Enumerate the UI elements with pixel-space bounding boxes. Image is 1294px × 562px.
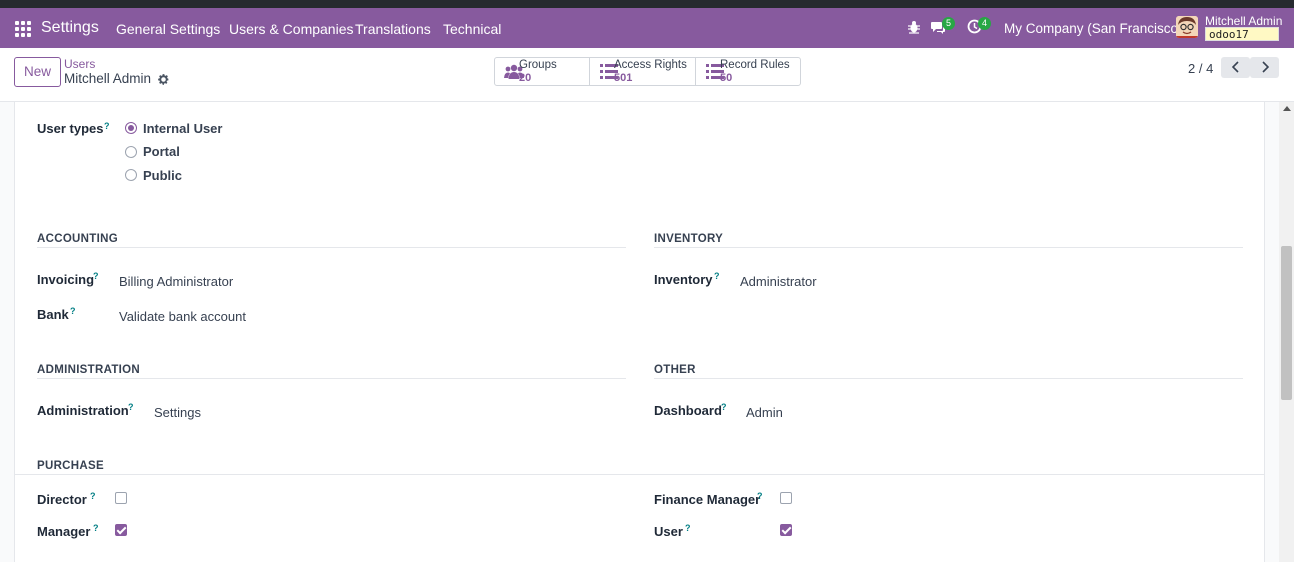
chevron-right-icon [1261, 61, 1269, 73]
administration-divider [37, 378, 626, 379]
finance-manager-checkbox[interactable] [780, 492, 792, 504]
inventory-section-title: INVENTORY [654, 233, 724, 245]
app-title[interactable]: Settings [41, 19, 99, 37]
gear-icon[interactable] [157, 73, 170, 86]
groups-label: Groups [519, 59, 557, 71]
pager-next-button[interactable] [1250, 57, 1279, 78]
user-types-label: User types [37, 121, 104, 136]
dashboard-help-icon[interactable]: ? [721, 402, 727, 412]
bank-help-icon[interactable]: ? [70, 306, 76, 316]
record-rules-count: 50 [720, 72, 733, 84]
user-type-portal-label[interactable]: Portal [143, 144, 180, 159]
user-type-internal-label[interactable]: Internal User [143, 121, 222, 136]
record-rules-label: Record Rules [720, 59, 790, 71]
accounting-section-title: ACCOUNTING [37, 233, 118, 245]
user-type-public-label[interactable]: Public [143, 168, 182, 183]
inventory-help-icon[interactable]: ? [714, 271, 720, 281]
vertical-scrollbar[interactable] [1279, 102, 1294, 562]
access-rights-smart-button[interactable]: Access Rights 501 [590, 58, 696, 85]
user-types-help-icon[interactable]: ? [104, 121, 110, 131]
scroll-up-arrow-icon[interactable] [1283, 106, 1291, 111]
pager-previous-button[interactable] [1221, 57, 1250, 78]
user-type-internal-radio[interactable] [125, 122, 137, 134]
accounting-divider [37, 247, 626, 248]
apps-grid-icon[interactable] [15, 21, 31, 37]
inventory-label: Inventory [654, 272, 713, 287]
user-help-icon[interactable]: ? [685, 523, 691, 533]
database-name: odoo17 [1205, 27, 1279, 41]
manager-checkbox[interactable] [115, 524, 127, 536]
other-divider [654, 378, 1243, 379]
dashboard-label: Dashboard [654, 403, 722, 418]
purchase-divider [15, 474, 1264, 475]
finance-manager-help-icon[interactable]: ? [757, 491, 763, 501]
debug-bug-icon[interactable] [907, 20, 921, 34]
user-label: User [654, 524, 683, 539]
inventory-divider [654, 247, 1243, 248]
administration-section-title: ADMINISTRATION [37, 364, 141, 376]
access-rights-count: 501 [614, 72, 633, 84]
company-switcher[interactable]: My Company (San Francisco) [1004, 21, 1183, 36]
finance-manager-label: Finance Manager [654, 492, 761, 507]
user-avatar[interactable] [1176, 16, 1198, 38]
scrollbar-thumb[interactable] [1281, 246, 1292, 400]
user-type-public-radio[interactable] [125, 169, 137, 181]
dashboard-value[interactable]: Admin [746, 405, 783, 420]
director-checkbox[interactable] [115, 492, 127, 504]
manager-help-icon[interactable]: ? [93, 523, 99, 533]
director-help-icon[interactable]: ? [90, 491, 96, 501]
director-label: Director [37, 492, 87, 507]
pager-value[interactable]: 2 / 4 [1188, 61, 1213, 76]
control-panel: New Users Mitchell Admin Groups 20 Acces… [0, 48, 1294, 102]
menu-general-settings[interactable]: General Settings [116, 21, 220, 37]
bank-label: Bank [37, 307, 69, 322]
other-section-title: OTHER [654, 364, 696, 376]
groups-count: 20 [519, 72, 532, 84]
groups-smart-button[interactable]: Groups 20 [495, 58, 590, 85]
menu-technical[interactable]: Technical [443, 21, 501, 37]
administration-value[interactable]: Settings [154, 405, 201, 420]
new-button[interactable]: New [14, 57, 61, 87]
administration-label: Administration [37, 403, 129, 418]
breadcrumb-current: Mitchell Admin [64, 71, 152, 86]
bank-value[interactable]: Validate bank account [119, 309, 246, 324]
user-checkbox[interactable] [780, 524, 792, 536]
user-name[interactable]: Mitchell Admin [1205, 14, 1282, 28]
user-type-portal-radio[interactable] [125, 146, 137, 158]
menu-users-companies[interactable]: Users & Companies [229, 21, 354, 37]
form-view: User types ? Internal User Portal Public… [0, 102, 1294, 562]
access-rights-label: Access Rights [614, 59, 687, 71]
top-strip [0, 0, 1294, 8]
chevron-left-icon [1231, 61, 1239, 73]
smart-buttons: Groups 20 Access Rights 501 Record Rules… [494, 57, 801, 86]
invoicing-value[interactable]: Billing Administrator [119, 274, 233, 289]
breadcrumb-parent[interactable]: Users [64, 57, 95, 71]
record-rules-smart-button[interactable]: Record Rules 50 [696, 58, 800, 85]
administration-help-icon[interactable]: ? [128, 402, 134, 412]
main-navbar: Settings General Settings Users & Compan… [0, 8, 1294, 48]
inventory-value[interactable]: Administrator [740, 274, 817, 289]
purchase-section-title: PURCHASE [37, 460, 104, 472]
menu-translations[interactable]: Translations [355, 21, 431, 37]
manager-label: Manager [37, 524, 91, 539]
form-sheet: User types ? Internal User Portal Public… [14, 102, 1265, 562]
invoicing-help-icon[interactable]: ? [93, 271, 99, 281]
invoicing-label: Invoicing [37, 272, 95, 287]
activities-badge: 4 [978, 17, 991, 30]
messages-badge: 5 [942, 17, 955, 30]
